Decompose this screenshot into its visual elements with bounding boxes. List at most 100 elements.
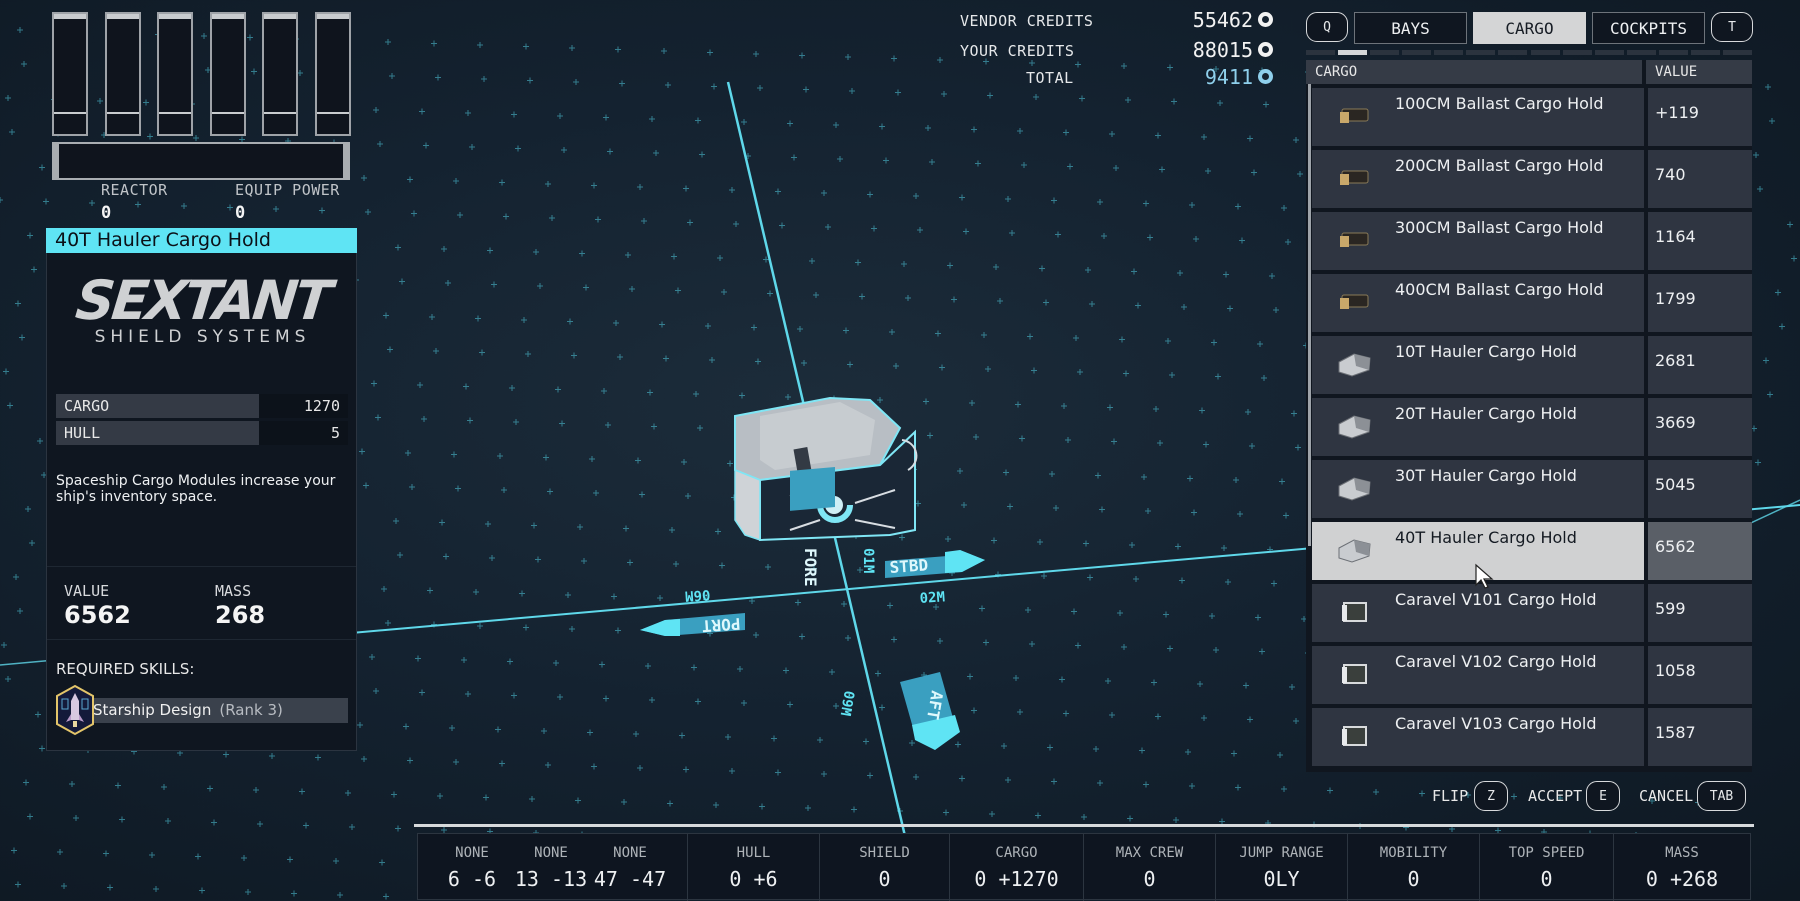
item-name-cell[interactable]: 100CM Ballast Cargo Hold [1312, 88, 1644, 146]
list-scrollbar[interactable] [1308, 84, 1311, 546]
grid-dot [1249, 443, 1255, 449]
grid-dot [879, 704, 885, 711]
prev-tab-key[interactable]: Q [1306, 12, 1348, 42]
item-name-cell[interactable]: Caravel V101 Cargo Hold [1312, 584, 1644, 642]
item-value: 740 [1655, 165, 1686, 184]
list-item[interactable]: 30T Hauler Cargo Hold 5045 [1312, 460, 1752, 518]
list-item[interactable]: Caravel V101 Cargo Hold 599 [1312, 584, 1752, 642]
grid-dot [1147, 234, 1153, 241]
tab-cockpits[interactable]: COCKPITS [1592, 12, 1705, 44]
list-item[interactable]: 100CM Ballast Cargo Hold +119 [1312, 88, 1752, 146]
power-slot[interactable] [52, 12, 88, 136]
grid-dot [433, 348, 439, 354]
item-value-cell[interactable]: 1058 [1648, 646, 1752, 704]
grid-dot [395, 825, 401, 832]
grid-dot [1221, 545, 1227, 551]
accept-button[interactable]: E [1586, 781, 1620, 811]
list-item[interactable]: Caravel V103 Cargo Hold 1587 [1312, 708, 1752, 766]
port-marker: PORT [640, 613, 745, 636]
ballast-cargo-icon [1340, 232, 1369, 247]
column-header-value[interactable]: VALUE [1646, 60, 1752, 84]
grid-dot [695, 698, 701, 705]
item-name-cell[interactable]: Caravel V102 Cargo Hold [1312, 646, 1644, 704]
grid-dot [859, 293, 865, 300]
power-slot[interactable] [105, 12, 141, 136]
grid-dot [1043, 299, 1049, 306]
column-header-cargo[interactable]: CARGO [1306, 60, 1642, 84]
power-slot[interactable] [210, 12, 246, 136]
stat-mobility: MOBILITY 0 [1348, 834, 1480, 901]
item-name: 300CM Ballast Cargo Hold [1395, 218, 1604, 237]
grid-dot [527, 77, 533, 84]
item-name-cell[interactable]: 10T Hauler Cargo Hold [1312, 336, 1644, 394]
grid-dot [1097, 780, 1103, 786]
grid-dot [635, 457, 641, 464]
grid-dot [591, 182, 597, 189]
weapon-slot-delta: -6 [472, 867, 497, 891]
jump-range-label: JUMP RANGE [1239, 845, 1324, 861]
grid-dot [925, 125, 931, 131]
list-item[interactable]: Caravel V102 Cargo Hold 1058 [1312, 646, 1752, 704]
grid-dot [1143, 781, 1149, 788]
flip-button[interactable]: Z [1474, 781, 1508, 811]
grid-dot [273, 206, 279, 212]
item-value-cell[interactable]: 6562 [1648, 522, 1752, 580]
grid-dot [699, 151, 705, 158]
item-value-cell[interactable]: 599 [1648, 584, 1752, 642]
item-name-cell[interactable]: Caravel V103 Cargo Hold [1312, 708, 1644, 766]
grid-dot [1295, 444, 1301, 451]
grid-dot [1049, 471, 1055, 477]
grid-dot [407, 757, 413, 764]
grid-dot [959, 775, 965, 782]
item-value-cell[interactable]: 2681 [1648, 336, 1752, 394]
grid-dot [377, 141, 383, 147]
item-name-cell[interactable]: 300CM Ballast Cargo Hold [1312, 212, 1644, 270]
list-item[interactable]: 40T Hauler Cargo Hold 6562 [1312, 522, 1752, 580]
item-value-cell[interactable]: 1164 [1648, 212, 1752, 270]
cancel-button[interactable]: TAB [1697, 781, 1746, 811]
reactor-label: REACTOR [101, 181, 168, 199]
list-item[interactable]: 300CM Ballast Cargo Hold 1164 [1312, 212, 1752, 270]
item-value-cell[interactable]: 3669 [1648, 398, 1752, 456]
shield-label: SHIELD [859, 845, 910, 861]
hull-value: 0 [729, 867, 742, 891]
item-value-cell[interactable]: 1799 [1648, 274, 1752, 332]
next-tab-key[interactable]: T [1711, 12, 1753, 42]
power-slot[interactable] [262, 12, 298, 136]
grid-dot [1189, 202, 1195, 208]
required-skill[interactable]: Starship Design (Rank 3) [81, 698, 348, 723]
grid-dot [181, 203, 187, 209]
grid-dot [1017, 709, 1023, 715]
grid-dot [963, 228, 969, 235]
item-value-cell[interactable]: 5045 [1648, 460, 1752, 518]
weapon-slot-value: 13 [514, 867, 539, 891]
power-slot[interactable] [315, 12, 351, 136]
item-name-cell[interactable]: 20T Hauler Cargo Hold [1312, 398, 1644, 456]
divider [47, 566, 356, 567]
grid-dot [547, 488, 553, 495]
grid-dot [403, 723, 409, 730]
grid-dot [1131, 268, 1137, 275]
item-value-cell[interactable]: +119 [1648, 88, 1752, 146]
grid-dot [511, 692, 517, 699]
tab-bays[interactable]: BAYS [1354, 12, 1467, 44]
grid-dot [69, 781, 75, 787]
list-item[interactable]: 10T Hauler Cargo Hold 2681 [1312, 336, 1752, 394]
skill-name: Starship Design [93, 701, 212, 719]
grid-dot [223, 751, 229, 758]
item-name-cell[interactable]: 200CM Ballast Cargo Hold [1312, 150, 1644, 208]
grid-dot [503, 213, 509, 220]
list-item[interactable]: 20T Hauler Cargo Hold 3669 [1312, 398, 1752, 456]
list-item[interactable]: 200CM Ballast Cargo Hold 740 [1312, 150, 1752, 208]
list-item[interactable]: 400CM Ballast Cargo Hold 1799 [1312, 274, 1752, 332]
item-name-cell[interactable]: 400CM Ballast Cargo Hold [1312, 274, 1644, 332]
item-value-cell[interactable]: 740 [1648, 150, 1752, 208]
grid-dot [475, 315, 481, 322]
grid-dot [647, 389, 653, 396]
power-slot[interactable] [157, 12, 193, 136]
grid-dot [549, 215, 555, 221]
item-value-cell[interactable]: 1587 [1648, 708, 1752, 766]
cargo-delta: +1270 [998, 867, 1059, 891]
item-name-cell[interactable]: 30T Hauler Cargo Hold [1312, 460, 1644, 518]
tab-cargo[interactable]: CARGO [1473, 12, 1586, 44]
